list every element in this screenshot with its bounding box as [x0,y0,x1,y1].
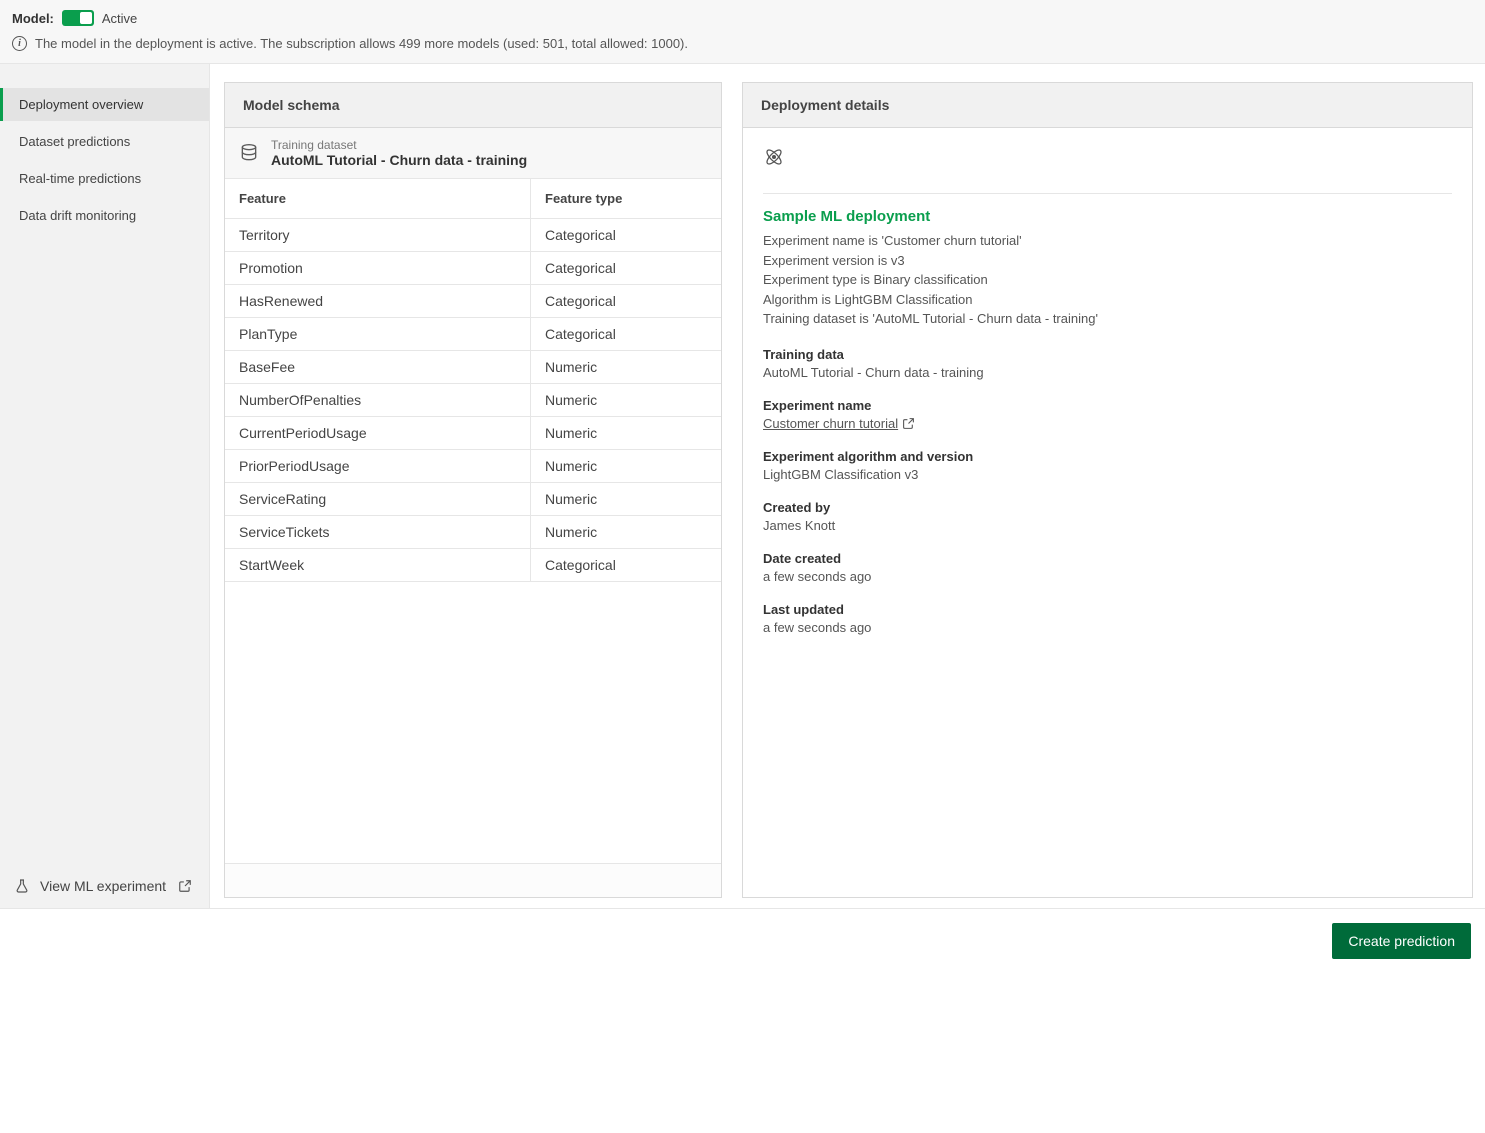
feature-type: Numeric [531,483,721,515]
feature-name: BaseFee [225,351,531,383]
feature-row: ServiceRatingNumeric [225,483,721,516]
feature-type: Numeric [531,351,721,383]
feature-type: Categorical [531,219,721,251]
feature-row: PromotionCategorical [225,252,721,285]
create-prediction-button[interactable]: Create prediction [1332,923,1471,959]
sidebar-item-dataset-predictions[interactable]: Dataset predictions [0,125,209,158]
deployment-summary-line: Training dataset is 'AutoML Tutorial - C… [763,309,1452,329]
feature-name: NumberOfPenalties [225,384,531,416]
feature-type: Numeric [531,384,721,416]
deployment-summary-line: Experiment version is v3 [763,251,1452,271]
deployment-details-panel: Deployment details Sample ML deployment … [742,82,1473,898]
feature-row: ServiceTicketsNumeric [225,516,721,549]
deployment-summary-line: Experiment type is Binary classification [763,270,1452,290]
sidebar: Deployment overview Dataset predictions Re… [0,64,210,908]
detail-label: Last updated [763,602,1452,617]
model-label: Model: [12,11,54,26]
feature-column-header: Feature [225,179,531,218]
feature-type: Numeric [531,450,721,482]
feature-type: Categorical [531,318,721,350]
feature-row: TerritoryCategorical [225,219,721,252]
feature-name: ServiceRating [225,483,531,515]
detail-block: Created by James Knott [763,500,1452,533]
feature-type: Categorical [531,549,721,581]
sidebar-item-real-time-predictions[interactable]: Real-time predictions [0,162,209,195]
detail-label: Created by [763,500,1452,515]
feature-name: HasRenewed [225,285,531,317]
database-icon [239,143,259,163]
feature-row: PlanTypeCategorical [225,318,721,351]
deployment-summary-line: Experiment name is 'Customer churn tutor… [763,231,1452,251]
feature-name: PriorPeriodUsage [225,450,531,482]
training-dataset-name: AutoML Tutorial - Churn data - training [271,152,527,168]
view-experiment-label: View ML experiment [40,878,166,894]
training-dataset-label: Training dataset [271,138,527,152]
detail-value: AutoML Tutorial - Churn data - training [763,365,1452,380]
flask-icon [14,878,30,894]
feature-name: Territory [225,219,531,251]
feature-row: NumberOfPenaltiesNumeric [225,384,721,417]
detail-value: James Knott [763,518,1452,533]
detail-label: Date created [763,551,1452,566]
feature-name: Promotion [225,252,531,284]
detail-value: a few seconds ago [763,620,1452,635]
detail-label: Training data [763,347,1452,362]
feature-name: StartWeek [225,549,531,581]
feature-table-header: Feature Feature type [225,179,721,219]
feature-row: CurrentPeriodUsageNumeric [225,417,721,450]
detail-block: Experiment name Customer churn tutorial [763,398,1452,431]
feature-row: BaseFeeNumeric [225,351,721,384]
feature-row: PriorPeriodUsageNumeric [225,450,721,483]
schema-footer [225,863,721,897]
training-dataset-row: Training dataset AutoML Tutorial - Churn… [225,128,721,179]
feature-type: Categorical [531,252,721,284]
detail-block: Experiment algorithm and version LightGBM… [763,449,1452,482]
top-banner: Model: Active i The model in the deploym… [0,0,1485,64]
external-link-icon [178,879,192,893]
deployment-name: Sample ML deployment [763,208,1452,225]
feature-row: HasRenewedCategorical [225,285,721,318]
bottom-action-bar: Create prediction [0,909,1485,973]
view-ml-experiment-link[interactable]: View ML experiment [0,866,209,908]
external-link-icon [902,417,915,430]
detail-value: LightGBM Classification v3 [763,467,1452,482]
feature-name: CurrentPeriodUsage [225,417,531,449]
detail-value: a few seconds ago [763,569,1452,584]
feature-row: StartWeekCategorical [225,549,721,582]
detail-block: Date created a few seconds ago [763,551,1452,584]
model-status-text: Active [102,11,137,26]
model-schema-panel: Model schema Training dataset AutoML Tut… [224,82,722,898]
feature-name: ServiceTickets [225,516,531,548]
model-active-toggle[interactable] [62,10,94,26]
info-icon: i [12,36,27,51]
detail-value-link[interactable]: Customer churn tutorial [763,416,915,431]
feature-name: PlanType [225,318,531,350]
sidebar-item-deployment-overview[interactable]: Deployment overview [0,88,209,121]
detail-block: Last updated a few seconds ago [763,602,1452,635]
feature-type: Categorical [531,285,721,317]
deployment-summary-line: Algorithm is LightGBM Classification [763,290,1452,310]
feature-type: Numeric [531,516,721,548]
feature-type: Numeric [531,417,721,449]
detail-label: Experiment algorithm and version [763,449,1452,464]
model-info-text: The model in the deployment is active. T… [35,36,688,51]
feature-type-column-header: Feature type [531,179,721,218]
model-schema-header: Model schema [225,83,721,128]
detail-block: Training data AutoML Tutorial - Churn dat… [763,347,1452,380]
detail-label: Experiment name [763,398,1452,413]
atom-icon [763,146,785,168]
sidebar-item-data-drift-monitoring[interactable]: Data drift monitoring [0,199,209,232]
deployment-details-header: Deployment details [743,83,1472,128]
